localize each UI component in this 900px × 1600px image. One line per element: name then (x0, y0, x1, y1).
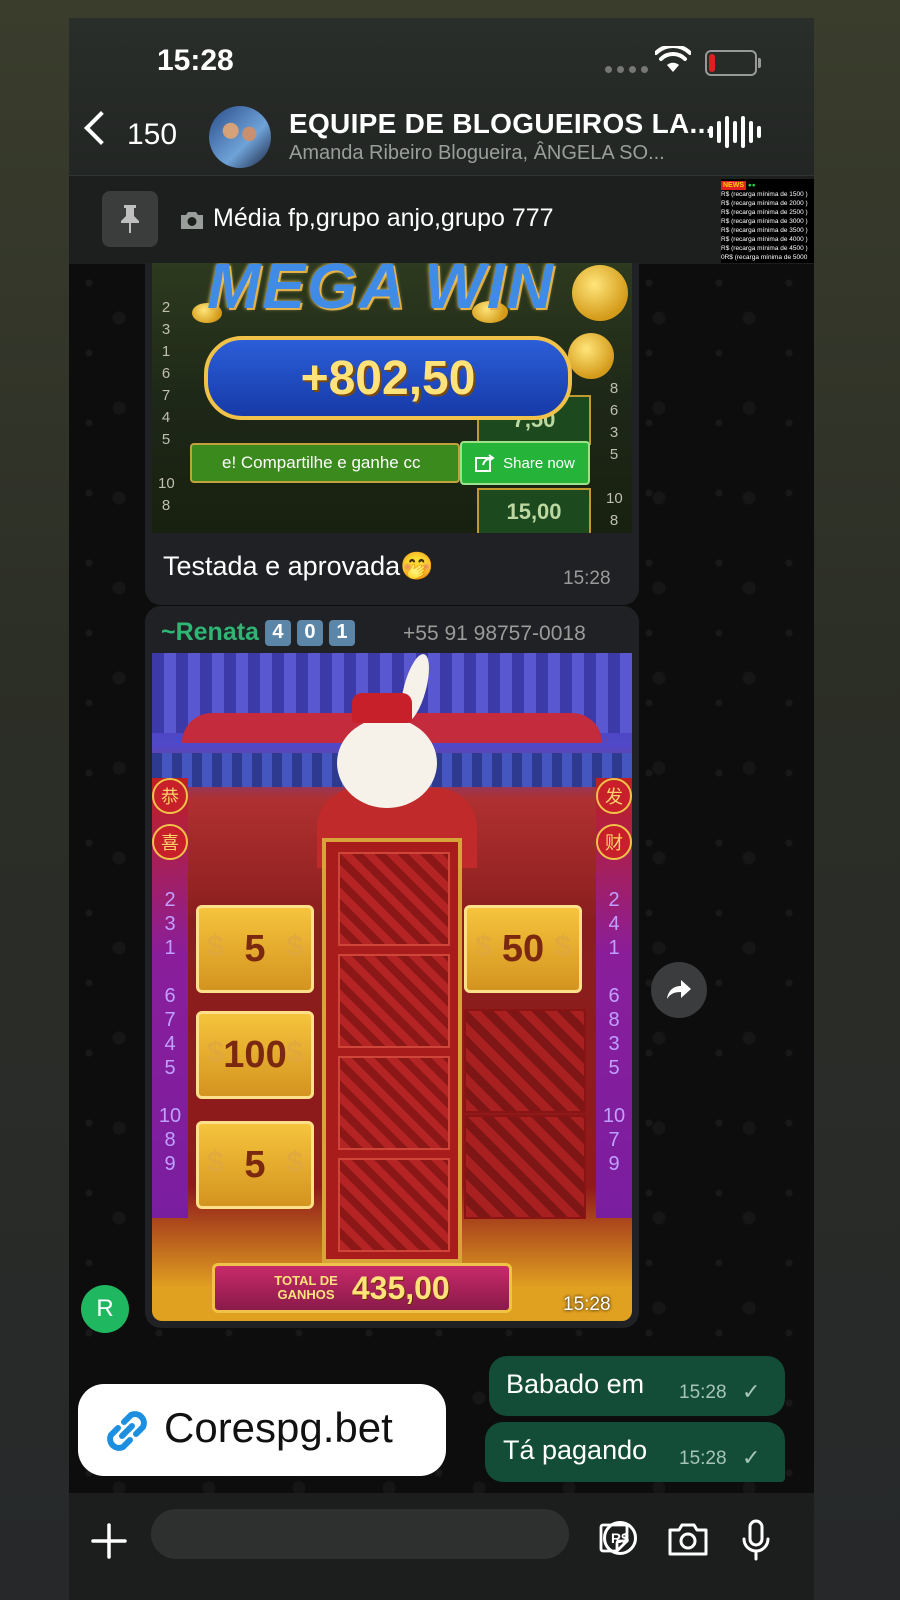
slot-tile: 5 (196, 1121, 314, 1209)
reel-knot (338, 1056, 450, 1150)
group-avatar[interactable] (209, 106, 271, 168)
slot-tile-blank (464, 1115, 586, 1219)
slot-tile: 5 (196, 905, 314, 993)
wifi-icon (655, 46, 691, 72)
message-image-mega-win[interactable]: 231 674 5108 863 5108 7,50 15,00 MEGA WI… (152, 263, 632, 533)
signal-icon (605, 66, 648, 73)
forward-icon (667, 980, 691, 999)
win-amount: +802,50 (204, 336, 572, 420)
mega-win-banner: MEGA WIN (207, 263, 555, 322)
reel-knot (338, 852, 450, 946)
side-numbers-left: 231 674 5 10 8 (158, 299, 175, 514)
share-now-button: Share now (460, 441, 590, 485)
battery-icon (705, 50, 761, 76)
microphone-icon[interactable] (741, 1519, 771, 1561)
composer-bar: R$ (69, 1493, 814, 1600)
reel-knot (338, 954, 450, 1048)
sign: 喜 (152, 824, 188, 860)
phone-screen: 15:28 150 EQUIPE DE BLOGUEIROS LA... Ama… (69, 18, 814, 1600)
camera-small-icon (181, 212, 203, 229)
slot-tile: 100 (196, 1011, 314, 1099)
thumb-line: R$ (recarga mínima de 4500 ) (721, 245, 808, 252)
message-image-rabbit-slot[interactable]: 恭 喜 231 6745 1089 发 财 241 6835 1079 5 10… (152, 653, 632, 1321)
pix-payment-icon[interactable]: R$ (603, 1521, 637, 1555)
chat-title[interactable]: EQUIPE DE BLOGUEIROS LA... (289, 108, 714, 140)
coin (572, 265, 628, 321)
camera-icon[interactable] (667, 1521, 709, 1557)
outgoing-text: Tá pagando (503, 1435, 648, 1465)
thumb-line: R$ (recarga mínima de 4000 ) (721, 236, 808, 243)
back-unread-count[interactable]: 150 (127, 118, 177, 152)
side-numbers-right: 863 5 10 8 (606, 380, 623, 529)
pillar-left: 恭 喜 231 6745 10 8 9 (152, 778, 188, 1218)
slot-tile: 50 (464, 905, 582, 993)
pinned-message-bar[interactable]: Média fp,grupo anjo,grupo 777 NEWS ●● R$… (69, 175, 814, 264)
message-time: 15:28 (679, 1448, 727, 1469)
link-card[interactable]: Corespg.bet (78, 1384, 446, 1476)
plus-icon[interactable] (91, 1523, 127, 1559)
back-arrow-icon[interactable] (84, 111, 118, 145)
sender-name[interactable]: ~Renata 401 (161, 618, 355, 647)
sent-check-icon: ✓ (742, 1379, 761, 1404)
forward-button[interactable] (651, 962, 707, 1018)
thumb-line: 0R$ (recarga mínima de 5000 (721, 254, 808, 261)
reel-center (322, 838, 462, 1263)
game-box: 15,00 (477, 488, 591, 533)
sent-check-icon: ✓ (742, 1445, 761, 1470)
sender-phone: +55 91 98757-0018 (403, 622, 586, 645)
thumb-line: R$ (recarga mínima de 2500 ) (721, 209, 808, 216)
slot-tile-blank (464, 1009, 586, 1113)
news-badge: NEWS (721, 181, 746, 190)
status-time: 15:28 (157, 44, 234, 77)
reel-knot (338, 1158, 450, 1252)
message-time: 15:28 (563, 568, 611, 589)
message-input[interactable] (151, 1509, 629, 1559)
rabbit-head (337, 718, 437, 808)
share-strip: e! Compartilhe e ganhe cc (190, 443, 460, 483)
thumb-line: R$ (recarga mínima de 3000 ) (721, 218, 808, 225)
share-icon (475, 454, 495, 472)
sign: 财 (596, 824, 632, 860)
message-caption: Testada e aprovada🤭 (163, 551, 434, 581)
sender-avatar[interactable]: R (81, 1285, 129, 1333)
sign: 发 (596, 778, 632, 814)
coin (568, 333, 614, 379)
outgoing-text: Babado em (506, 1369, 645, 1399)
pillar-right: 发 财 241 6835 10 7 9 (596, 778, 632, 1218)
pinned-text: Média fp,grupo anjo,grupo 777 (213, 204, 554, 232)
voice-chat-icon[interactable] (709, 114, 761, 150)
thumb-line: R$ (recarga mínima de 3500 ) (721, 227, 808, 234)
pinned-thumbnail[interactable]: NEWS ●● R$ (recarga mínima de 1500 ) R$ … (721, 179, 814, 263)
chat-members[interactable]: Amanda Ribeiro Blogueira, ÂNGELA SO... (289, 142, 665, 165)
pin-icon (102, 191, 158, 247)
thumb-line: R$ (recarga mínima de 2000 ) (721, 200, 808, 207)
link-icon (107, 1411, 147, 1451)
total-winnings: TOTAL DE GANHOS 435,00 (212, 1263, 512, 1313)
sign: 恭 (152, 778, 188, 814)
rabbit-hat (352, 693, 412, 723)
message-time: 15:28 (679, 1382, 727, 1403)
thumb-line: R$ (recarga mínima de 1500 ) (721, 191, 808, 198)
message-time: 15:28 (563, 1294, 611, 1315)
link-text: Corespg.bet (164, 1404, 393, 1451)
